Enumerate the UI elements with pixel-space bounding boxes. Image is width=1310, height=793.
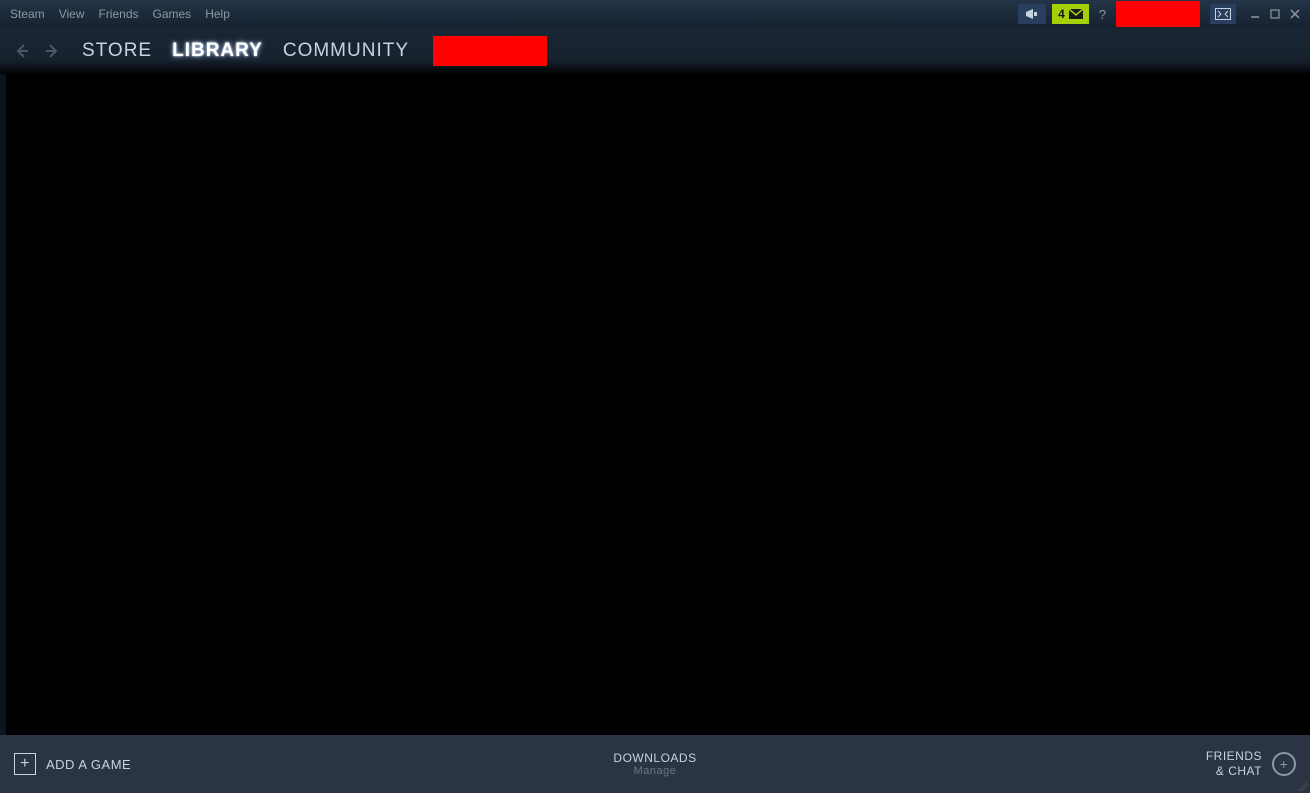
nav-tab-store[interactable]: STORE [82,40,152,62]
friends-chat-label: FRIENDS & CHAT [1206,749,1262,779]
friends-line1: FRIENDS [1206,749,1262,764]
window-controls [1250,9,1300,19]
menu-games[interactable]: Games [153,7,192,21]
close-button[interactable] [1290,9,1300,19]
nav-tab-community[interactable]: COMMUNITY [283,40,409,62]
nav-tab-profile-redacted[interactable] [433,36,547,66]
maximize-button[interactable] [1270,9,1280,19]
minimize-button[interactable] [1250,9,1260,19]
main-nav: STORE LIBRARY COMMUNITY [0,28,1310,74]
menu-help[interactable]: Help [205,7,230,21]
resize-grip[interactable] [1298,781,1308,791]
steam-window: Steam View Friends Games Help 4 ? [0,0,1310,793]
downloads-subtitle: Manage [613,765,696,777]
bottom-bar: + ADD A GAME DOWNLOADS Manage FRIENDS & … [0,735,1310,793]
close-icon [1290,9,1300,19]
friends-line2: & CHAT [1206,764,1262,779]
menu-bar: Steam View Friends Games Help 4 ? [0,0,1310,28]
menu-bar-left: Steam View Friends Games Help [10,7,230,21]
downloads-button[interactable]: DOWNLOADS Manage [613,751,696,777]
screen-expand-icon [1215,8,1231,20]
library-content-area [0,74,1310,735]
maximize-icon [1270,9,1280,19]
menu-friends[interactable]: Friends [98,7,138,21]
inbox-count: 4 [1058,7,1065,21]
nav-tabs: STORE LIBRARY COMMUNITY [82,36,547,66]
inbox-button[interactable]: 4 [1052,4,1089,24]
nav-tab-library[interactable]: LIBRARY [172,40,263,62]
plus-icon: + [14,753,36,775]
envelope-icon [1069,9,1083,19]
announcements-button[interactable] [1018,4,1046,24]
menu-steam[interactable]: Steam [10,7,45,21]
megaphone-icon [1025,8,1039,20]
nav-forward-button[interactable] [42,41,62,61]
nav-back-button[interactable] [12,41,32,61]
add-game-label: ADD A GAME [46,757,131,772]
downloads-title: DOWNLOADS [613,751,696,765]
menu-bar-right: 4 ? [1018,1,1300,27]
arrow-left-icon [14,43,30,59]
menu-view[interactable]: View [59,7,85,21]
add-game-button[interactable]: + ADD A GAME [14,753,131,775]
minimize-icon [1250,9,1260,19]
add-friend-icon: + [1272,752,1296,776]
user-account-redacted[interactable] [1116,1,1200,27]
support-button[interactable]: ? [1095,7,1110,22]
friends-chat-button[interactable]: FRIENDS & CHAT + [1206,749,1296,779]
arrow-right-icon [44,43,60,59]
vr-bigpicture-button[interactable] [1210,4,1236,24]
